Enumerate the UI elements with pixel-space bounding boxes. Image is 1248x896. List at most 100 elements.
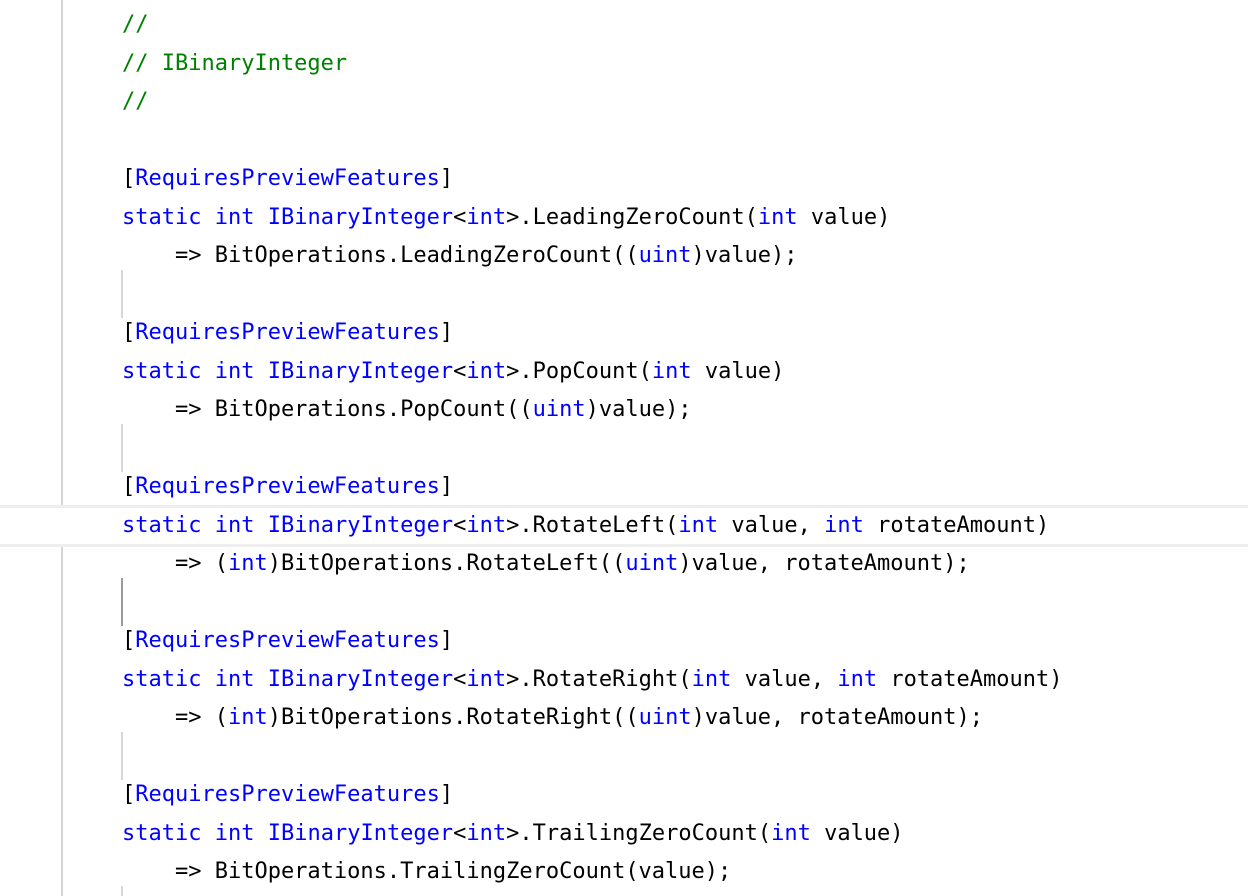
code-token-comment: // — [122, 89, 149, 114]
code-line[interactable]: => BitOperations.PopCount((uint)value); — [122, 391, 692, 430]
code-token-kw: uint — [638, 243, 692, 268]
code-line[interactable]: static int IBinaryInteger<int>.TrailingZ… — [122, 815, 904, 854]
code-token-comment: // IBinaryInteger — [122, 51, 348, 76]
code-token-punct: [ — [122, 166, 136, 191]
code-token-kw: int — [214, 667, 255, 692]
code-text-surface[interactable]: //// IBinaryInteger//[RequiresPreviewFea… — [0, 0, 1248, 896]
code-token-kw: int — [214, 359, 255, 384]
code-token-plain: )value); — [585, 397, 692, 422]
code-line[interactable]: static int IBinaryInteger<int>.RotateLef… — [122, 507, 1049, 546]
code-line[interactable]: // — [122, 6, 149, 45]
code-token-punct: ] — [439, 628, 454, 653]
code-line[interactable]: // — [122, 83, 149, 122]
code-token-kw: int — [466, 205, 507, 230]
code-line[interactable]: static int IBinaryInteger<int>.LeadingZe… — [122, 199, 890, 238]
code-token-type: IBinaryInteger — [267, 667, 454, 692]
code-token-punct: < — [453, 667, 467, 692]
code-token-plain: value) — [797, 205, 891, 230]
code-token-type: RequiresPreviewFeatures — [135, 320, 440, 345]
code-token-kw: int — [678, 513, 719, 538]
code-line[interactable]: [RequiresPreviewFeatures] — [122, 314, 453, 353]
code-token-plain: => BitOperations.TrailingZeroCount(value… — [122, 859, 732, 884]
code-token-punct: >.LeadingZeroCount( — [506, 205, 758, 230]
code-token-plain: rotateAmount) — [863, 513, 1050, 538]
code-line[interactable]: [RequiresPreviewFeatures] — [122, 160, 453, 199]
code-token-type: RequiresPreviewFeatures — [135, 628, 440, 653]
code-token-type: RequiresPreviewFeatures — [135, 166, 440, 191]
code-token-plain: rotateAmount) — [877, 667, 1063, 692]
code-line[interactable]: => BitOperations.LeadingZeroCount((uint)… — [122, 237, 798, 276]
code-line[interactable]: static int IBinaryInteger<int>.PopCount(… — [122, 353, 784, 392]
code-token-kw: int — [227, 551, 268, 576]
code-token-kw: int — [651, 359, 692, 384]
code-line[interactable]: => (int)BitOperations.RotateLeft((uint)v… — [122, 545, 970, 584]
code-token-kw: int — [466, 821, 507, 846]
code-token-punct: >.PopCount( — [506, 359, 652, 384]
code-token-plain: => ( — [122, 705, 228, 730]
code-editor[interactable]: //// IBinaryInteger//[RequiresPreviewFea… — [0, 0, 1248, 896]
code-token-punct: < — [453, 821, 467, 846]
code-line[interactable]: => (int)BitOperations.RotateRight((uint)… — [122, 699, 983, 738]
indent-guide — [121, 424, 123, 472]
indent-guide — [121, 578, 123, 626]
code-line[interactable]: [RequiresPreviewFeatures] — [122, 622, 453, 661]
code-line[interactable]: => BitOperations.TrailingZeroCount(value… — [122, 853, 731, 892]
code-token-punct: ] — [439, 782, 454, 807]
code-token-punct: >.RotateRight( — [506, 667, 692, 692]
code-token-plain: )value); — [691, 243, 798, 268]
code-token-kw: int — [771, 821, 811, 846]
code-token-type: RequiresPreviewFeatures — [135, 782, 440, 807]
indent-guide — [121, 270, 123, 318]
code-token-kw: int — [214, 821, 255, 846]
code-token-kw: int — [824, 513, 864, 538]
code-token-punct: [ — [122, 782, 136, 807]
code-token-type: IBinaryInteger — [267, 821, 454, 846]
code-token-kw: uint — [638, 705, 692, 730]
code-token-punct: < — [453, 513, 467, 538]
code-token-plain: )BitOperations.RotateRight(( — [267, 705, 639, 730]
code-line[interactable]: // IBinaryInteger — [122, 45, 347, 84]
code-token-plain: value, — [718, 513, 825, 538]
code-token-plain: )value, rotateAmount); — [678, 551, 970, 576]
code-token-comment: // — [122, 12, 149, 37]
code-token-kw: int — [214, 205, 255, 230]
code-token-kw: uint — [625, 551, 679, 576]
code-token-punct: >.RotateLeft( — [506, 513, 679, 538]
code-token-kw: static — [122, 821, 202, 846]
code-line[interactable]: [RequiresPreviewFeatures] — [122, 776, 453, 815]
code-token-punct: < — [453, 359, 467, 384]
code-token-punct: ] — [439, 474, 454, 499]
code-token-plain: => BitOperations.PopCount(( — [122, 397, 533, 422]
code-token-plain: value) — [691, 359, 785, 384]
code-token-kw: int — [757, 205, 798, 230]
code-token-punct: ] — [439, 320, 454, 345]
code-token-type: IBinaryInteger — [267, 359, 454, 384]
code-line[interactable]: [RequiresPreviewFeatures] — [122, 468, 453, 507]
code-token-kw: int — [837, 667, 878, 692]
code-token-plain: value, — [731, 667, 838, 692]
code-token-kw: static — [122, 359, 202, 384]
code-line[interactable]: static int IBinaryInteger<int>.RotateRig… — [122, 661, 1063, 700]
code-token-type: IBinaryInteger — [267, 513, 454, 538]
code-token-plain: => ( — [122, 551, 228, 576]
indent-guide — [121, 732, 123, 780]
code-token-type: IBinaryInteger — [267, 205, 454, 230]
code-token-kw: uint — [532, 397, 586, 422]
code-token-kw: static — [122, 667, 202, 692]
code-token-plain: )value, rotateAmount); — [691, 705, 983, 730]
code-token-kw: int — [214, 513, 255, 538]
indent-guide — [121, 886, 123, 896]
code-token-kw: int — [691, 667, 732, 692]
code-token-punct: >.TrailingZeroCount( — [506, 821, 772, 846]
code-token-type: RequiresPreviewFeatures — [135, 474, 440, 499]
code-token-punct: [ — [122, 320, 136, 345]
